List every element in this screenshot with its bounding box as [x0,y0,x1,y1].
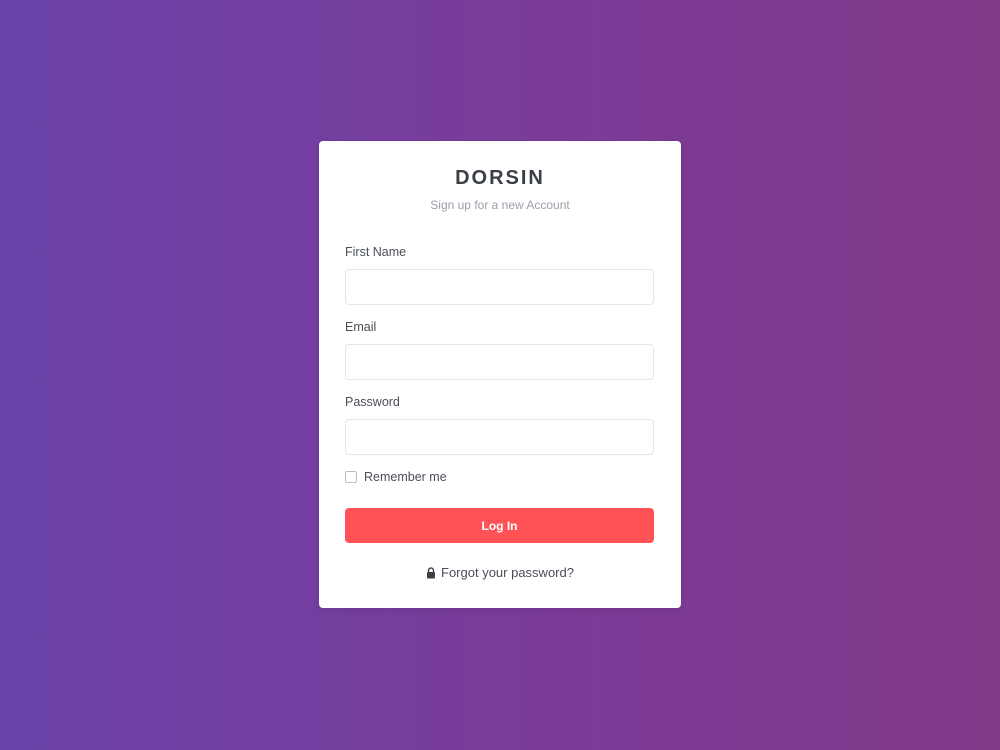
remember-me-row[interactable]: Remember me [345,470,447,484]
login-button[interactable]: Log In [345,508,654,543]
password-input[interactable] [345,419,654,455]
page-subtitle: Sign up for a new Account [430,198,570,212]
lock-icon [427,566,436,578]
first-name-label: First Name [345,245,407,259]
password-label: Password [345,395,400,409]
first-name-input[interactable] [345,269,654,305]
brand-logo-text: DORSIN [455,167,545,189]
remember-me-label: Remember me [364,470,447,484]
remember-me-checkbox[interactable] [345,471,357,483]
signup-card: DORSIN Sign up for a new Account First N… [319,141,681,608]
forgot-password-label: Forgot your password? [441,565,574,580]
email-label: Email [345,320,377,334]
forgot-password-link[interactable]: Forgot your password? [319,565,681,580]
email-input[interactable] [345,344,654,380]
